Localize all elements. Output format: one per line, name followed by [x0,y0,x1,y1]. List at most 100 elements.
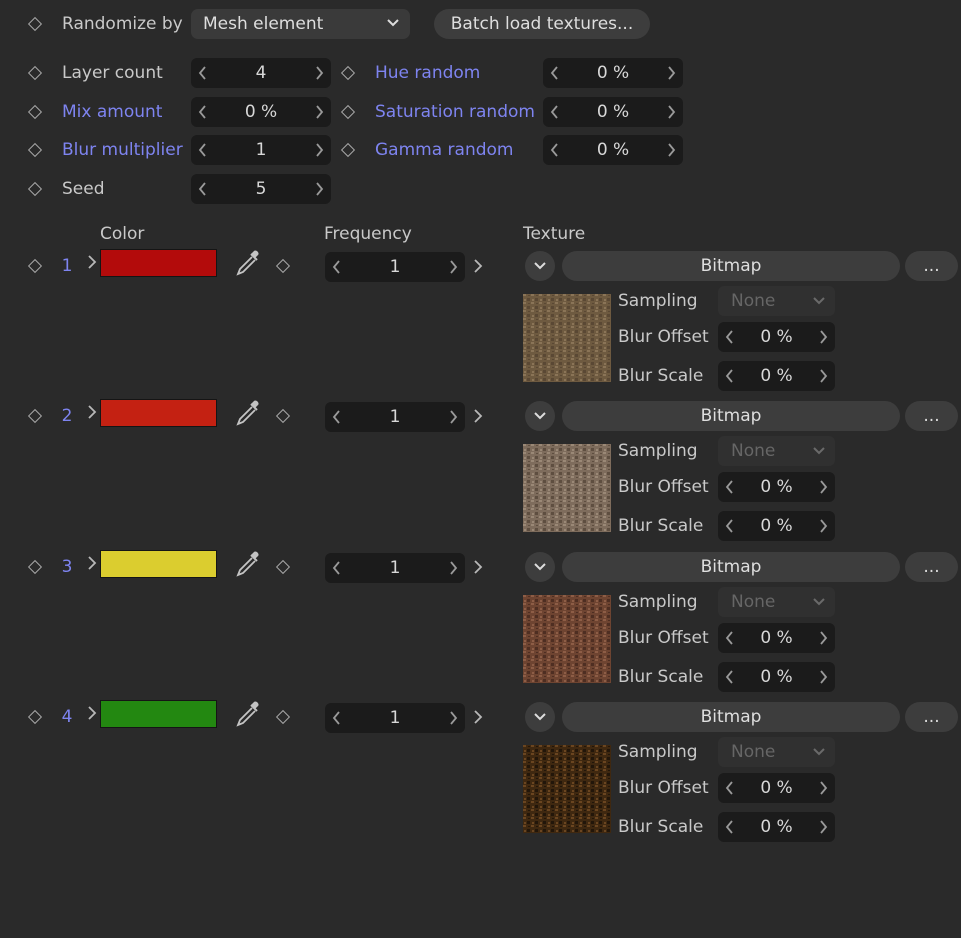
chevron-right-icon[interactable] [472,709,484,725]
seed-stepper[interactable]: 5 [191,174,331,204]
increment-icon[interactable] [813,472,833,502]
decrement-icon[interactable] [193,58,213,88]
eyedropper-icon[interactable] [233,549,263,579]
eyedropper-icon[interactable] [233,248,263,278]
chevron-right-icon[interactable] [86,254,98,270]
keyframe-diamond-icon[interactable] [27,709,43,725]
increment-icon[interactable] [813,322,833,352]
texture-type-button[interactable]: Bitmap [562,251,900,281]
increment-icon[interactable] [813,361,833,391]
increment-icon[interactable] [309,58,329,88]
keyframe-diamond-icon[interactable] [340,65,356,81]
keyframe-diamond-icon[interactable] [27,104,43,120]
frequency-stepper[interactable]: 1 [325,252,465,282]
increment-icon[interactable] [443,553,463,583]
increment-icon[interactable] [813,623,833,653]
increment-icon[interactable] [309,97,329,127]
blur-offset-stepper[interactable]: 0 % [718,322,835,352]
chevron-right-icon[interactable] [472,258,484,274]
keyframe-diamond-icon[interactable] [275,408,291,424]
decrement-icon[interactable] [545,58,565,88]
decrement-icon[interactable] [720,472,740,502]
blur-offset-stepper[interactable]: 0 % [718,472,835,502]
increment-icon[interactable] [443,402,463,432]
chevron-right-icon[interactable] [86,705,98,721]
decrement-icon[interactable] [327,402,347,432]
decrement-icon[interactable] [545,135,565,165]
layer-count-stepper[interactable]: 4 [191,58,331,88]
decrement-icon[interactable] [193,135,213,165]
keyframe-diamond-icon[interactable] [340,142,356,158]
blur-scale-stepper[interactable]: 0 % [718,361,835,391]
increment-icon[interactable] [813,812,833,842]
increment-icon[interactable] [661,135,681,165]
increment-icon[interactable] [661,58,681,88]
keyframe-diamond-icon[interactable] [275,559,291,575]
decrement-icon[interactable] [193,174,213,204]
eyedropper-icon[interactable] [233,699,263,729]
frequency-stepper[interactable]: 1 [325,553,465,583]
keyframe-diamond-icon[interactable] [27,65,43,81]
keyframe-diamond-icon[interactable] [27,258,43,274]
decrement-icon[interactable] [720,812,740,842]
mix-amount-stepper[interactable]: 0 % [191,97,331,127]
keyframe-diamond-icon[interactable] [27,16,43,32]
keyframe-diamond-icon[interactable] [27,142,43,158]
keyframe-diamond-icon[interactable] [27,559,43,575]
decrement-icon[interactable] [720,322,740,352]
chevron-right-icon[interactable] [86,404,98,420]
increment-icon[interactable] [813,662,833,692]
increment-icon[interactable] [309,135,329,165]
layer-color-swatch[interactable] [100,550,217,578]
gamma-random-stepper[interactable]: 0 % [543,135,683,165]
texture-collapse-button[interactable] [525,552,555,582]
blur-scale-stepper[interactable]: 0 % [718,662,835,692]
decrement-icon[interactable] [327,553,347,583]
texture-more-button[interactable]: ... [905,401,958,431]
keyframe-diamond-icon[interactable] [340,104,356,120]
chevron-right-icon[interactable] [472,408,484,424]
keyframe-diamond-icon[interactable] [27,408,43,424]
saturation-random-stepper[interactable]: 0 % [543,97,683,127]
decrement-icon[interactable] [545,97,565,127]
texture-collapse-button[interactable] [525,702,555,732]
blur-scale-stepper[interactable]: 0 % [718,812,835,842]
increment-icon[interactable] [309,174,329,204]
chevron-right-icon[interactable] [86,555,98,571]
chevron-right-icon[interactable] [472,559,484,575]
decrement-icon[interactable] [327,252,347,282]
decrement-icon[interactable] [720,511,740,541]
texture-collapse-button[interactable] [525,401,555,431]
texture-collapse-button[interactable] [525,251,555,281]
texture-type-button[interactable]: Bitmap [562,702,900,732]
eyedropper-icon[interactable] [233,398,263,428]
decrement-icon[interactable] [720,361,740,391]
keyframe-diamond-icon[interactable] [27,181,43,197]
blur-offset-stepper[interactable]: 0 % [718,773,835,803]
texture-more-button[interactable]: ... [905,251,958,281]
layer-color-swatch[interactable] [100,399,217,427]
texture-more-button[interactable]: ... [905,702,958,732]
keyframe-diamond-icon[interactable] [275,709,291,725]
increment-icon[interactable] [443,252,463,282]
decrement-icon[interactable] [193,97,213,127]
batch-load-textures-button[interactable]: Batch load textures... [434,9,650,39]
hue-random-stepper[interactable]: 0 % [543,58,683,88]
keyframe-diamond-icon[interactable] [275,258,291,274]
layer-color-swatch[interactable] [100,700,217,728]
layer-color-swatch[interactable] [100,249,217,277]
frequency-stepper[interactable]: 1 [325,703,465,733]
blur-multiplier-stepper[interactable]: 1 [191,135,331,165]
texture-more-button[interactable]: ... [905,552,958,582]
texture-type-button[interactable]: Bitmap [562,401,900,431]
decrement-icon[interactable] [720,623,740,653]
increment-icon[interactable] [443,703,463,733]
randomize-by-select[interactable]: Mesh element [191,9,410,39]
texture-type-button[interactable]: Bitmap [562,552,900,582]
frequency-stepper[interactable]: 1 [325,402,465,432]
blur-offset-stepper[interactable]: 0 % [718,623,835,653]
increment-icon[interactable] [813,773,833,803]
decrement-icon[interactable] [720,662,740,692]
increment-icon[interactable] [661,97,681,127]
blur-scale-stepper[interactable]: 0 % [718,511,835,541]
